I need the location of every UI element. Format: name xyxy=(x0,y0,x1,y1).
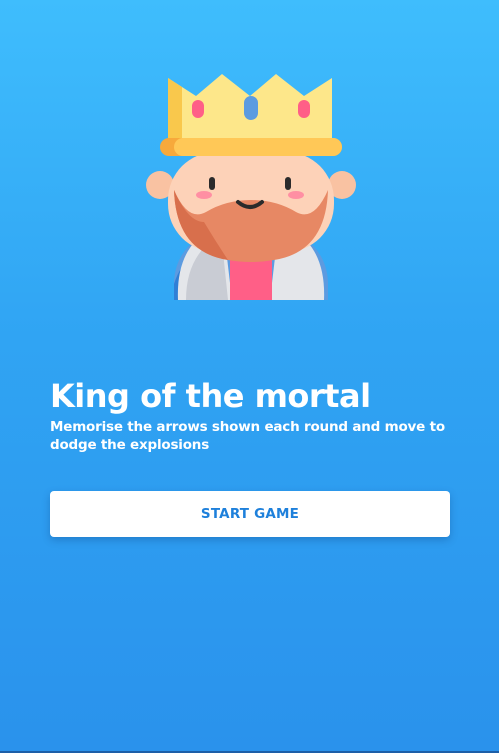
game-title: King of the mortal xyxy=(50,377,371,415)
game-instructions: Memorise the arrows shown each round and… xyxy=(50,419,445,453)
start-game-button-label: START GAME xyxy=(200,506,300,522)
king-icon xyxy=(146,72,356,300)
start-game-button[interactable]: START GAME xyxy=(50,491,450,537)
